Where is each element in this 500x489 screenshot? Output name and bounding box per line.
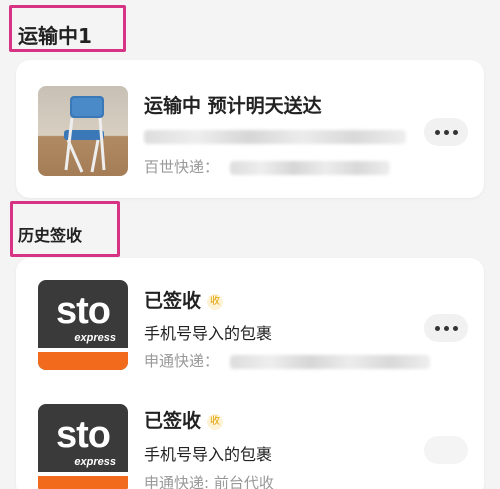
sto-logo: sto express: [38, 280, 128, 370]
dot-icon: [434, 325, 440, 331]
chair-image: [64, 96, 106, 173]
more-options-button[interactable]: [424, 118, 468, 146]
dot-icon: [443, 129, 449, 135]
dot-icon: [443, 325, 449, 331]
more-options-button[interactable]: [424, 314, 468, 342]
history-item-status: 已签收收: [144, 286, 224, 313]
in-transit-card[interactable]: 运输中 预计明天送达 百世快递：: [16, 60, 484, 198]
in-transit-status: 运输中 预计明天送达: [144, 95, 322, 117]
product-thumbnail: [38, 86, 128, 176]
courier-label: 申通快递：: [144, 352, 220, 370]
dot-icon: [452, 325, 458, 331]
sto-logo-word: sto: [56, 290, 111, 332]
highlight-box-in-transit: [9, 5, 126, 52]
tracking-number-redacted: [144, 126, 406, 145]
received-badge: 收: [207, 293, 224, 310]
dot-icon: [452, 129, 458, 135]
sto-logo-sub: express: [74, 332, 116, 344]
sto-logo-sub: express: [74, 456, 116, 468]
dot-icon: [434, 129, 440, 135]
highlight-box-history: [10, 201, 120, 257]
sto-logo: sto express: [38, 404, 128, 489]
courier-line: 申通快递: 前台代收: [144, 474, 274, 489]
courier-line: 百世快递：: [144, 156, 390, 177]
history-item-desc: 手机号导入的包裹: [144, 324, 273, 343]
history-card: sto express 已签收收 手机号导入的包裹 申通快递： sto expr…: [16, 258, 484, 489]
history-item-status: 已签收收: [144, 406, 224, 433]
more-options-button[interactable]: [424, 436, 468, 464]
courier-label: 百世快递：: [144, 158, 220, 176]
history-item-desc: 手机号导入的包裹: [144, 445, 273, 464]
received-badge: 收: [207, 413, 224, 430]
sto-logo-word: sto: [56, 414, 111, 456]
courier-line: 申通快递：: [144, 350, 430, 371]
